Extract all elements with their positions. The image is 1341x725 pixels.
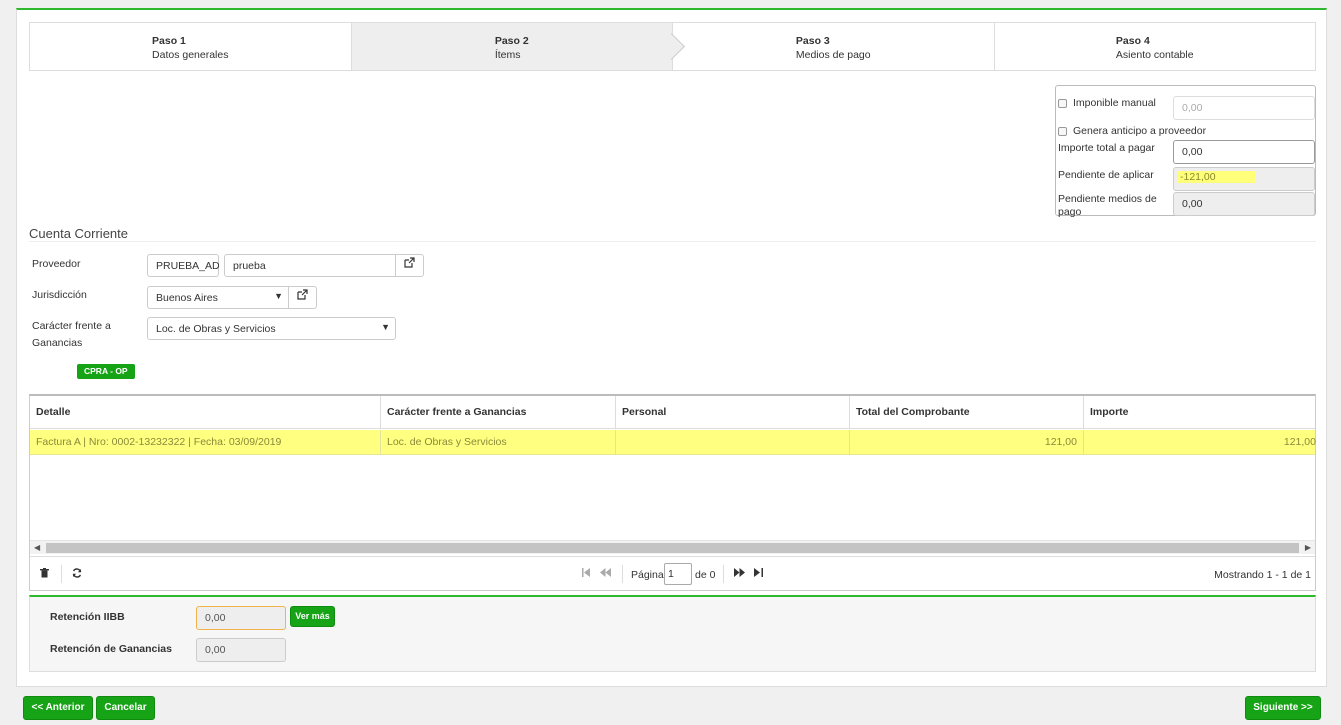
proveedor-name-input[interactable]: prueba <box>224 254 396 277</box>
step-name: Asiento contable <box>1115 49 1194 61</box>
page-of-label: de 0 <box>695 569 716 581</box>
scroll-right-arrow-icon[interactable]: ▶ <box>1305 541 1311 555</box>
step-name: Ítems <box>494 49 521 61</box>
caret-down-icon: ▼ <box>274 291 283 301</box>
grid-header: Detalle Carácter frente a Ganancias Pers… <box>30 396 1315 429</box>
pendiente-medios-input: 0,00 <box>1173 192 1315 216</box>
first-page-icon[interactable] <box>582 568 591 580</box>
column-header-detalle[interactable]: Detalle <box>30 396 381 429</box>
section-title: Cuenta Corriente <box>29 226 128 241</box>
caret-down-icon: ▼ <box>381 322 390 332</box>
genera-anticipo-row: Genera anticipo a proveedor <box>1058 123 1314 139</box>
payment-summary-box: Imponible manual 0,00 Genera anticipo a … <box>1055 85 1316 219</box>
table-row[interactable]: Factura A | Nro: 0002-13232322 | Fecha: … <box>30 430 1316 455</box>
jurisdiccion-label: Jurisdicción <box>32 289 87 301</box>
next-button[interactable]: Siguiente >> <box>1245 696 1321 720</box>
pager-showing-text: Mostrando 1 - 1 de 1 <box>1214 569 1311 581</box>
caracter-label-line1: Carácter frente a <box>32 320 111 332</box>
pendiente-medios-label-line2: pago <box>1058 206 1082 218</box>
refresh-icon[interactable] <box>72 568 82 581</box>
jurisdiccion-select[interactable]: Buenos Aires ▼ <box>147 286 289 309</box>
jurisdiccion-value: Buenos Aires <box>156 292 218 304</box>
imponible-manual-label: Imponible manual <box>1073 97 1156 109</box>
cell-personal <box>616 430 850 455</box>
step-2[interactable]: Paso 2 Ítems <box>351 23 673 70</box>
cancel-button[interactable]: Cancelar <box>96 696 155 720</box>
imponible-manual-input[interactable]: 0,00 <box>1173 96 1315 120</box>
retention-section: Retención IIBB 0,00 Ver más Retención de… <box>29 595 1316 672</box>
step-4[interactable]: Paso 4 Asiento contable <box>995 23 1316 70</box>
cell-detalle: Factura A | Nro: 0002-13232322 | Fecha: … <box>30 430 381 455</box>
step-name: Datos generales <box>152 49 229 61</box>
importe-total-label: Importe total a pagar <box>1058 142 1155 154</box>
scroll-left-arrow-icon[interactable]: ◀ <box>34 541 40 555</box>
last-page-icon[interactable] <box>754 568 763 580</box>
page-number-input[interactable]: 1 <box>664 563 692 585</box>
pendiente-medios-row: Pendiente medios de pago 0,00 <box>1058 192 1315 219</box>
pendiente-aplicar-label: Pendiente de aplicar <box>1058 169 1154 181</box>
caracter-select[interactable]: Loc. de Obras y Servicios ▼ <box>147 317 396 340</box>
importe-total-row: Importe total a pagar 0,00 <box>1058 140 1315 166</box>
pager-separator <box>723 565 724 583</box>
importe-total-input[interactable]: 0,00 <box>1173 140 1315 164</box>
page-label: Página <box>631 569 664 581</box>
trash-icon[interactable] <box>40 568 49 581</box>
step-number: Paso 2 <box>494 35 529 47</box>
pendiente-aplicar-value: -121,00 <box>1178 171 1256 183</box>
column-header-importe[interactable]: Importe <box>1084 396 1316 429</box>
step-number: Paso 3 <box>795 35 830 47</box>
step-name: Medios de pago <box>795 49 871 61</box>
cpra-op-badge[interactable]: CPRA - OP <box>77 364 135 379</box>
jurisdiccion-open-button[interactable] <box>288 286 317 309</box>
scrollbar-thumb[interactable] <box>46 543 1299 553</box>
pendiente-aplicar-input: -121,00 <box>1173 167 1315 191</box>
next-page-icon[interactable] <box>734 568 745 580</box>
step-3[interactable]: Paso 3 Medios de pago <box>673 23 995 70</box>
pendiente-medios-label-line1: Pendiente medios de <box>1058 193 1157 205</box>
column-header-total[interactable]: Total del Comprobante <box>850 396 1084 429</box>
pager-separator <box>622 565 623 583</box>
grid-pager: Página 1 de 0 Mostrando 1 - 1 de 1 <box>30 556 1315 591</box>
column-header-caracter[interactable]: Carácter frente a Ganancias <box>381 396 616 429</box>
external-link-icon <box>297 289 308 303</box>
genera-anticipo-label: Genera anticipo a proveedor <box>1073 125 1207 137</box>
pager-separator <box>61 565 62 583</box>
proveedor-code-input[interactable]: PRUEBA_AD <box>147 254 220 277</box>
genera-anticipo-checkbox[interactable] <box>1058 126 1067 136</box>
horizontal-scrollbar[interactable]: ◀ ▶ <box>30 540 1315 554</box>
retencion-iibb-input[interactable]: 0,00 <box>196 606 286 630</box>
imponible-manual-checkbox[interactable] <box>1058 98 1067 108</box>
external-link-icon <box>404 257 415 271</box>
imponible-manual-row: Imponible manual 0,00 <box>1058 91 1315 120</box>
proveedor-label: Proveedor <box>32 258 81 270</box>
prev-page-icon[interactable] <box>600 568 611 580</box>
previous-button[interactable]: << Anterior <box>23 696 93 720</box>
caracter-value: Loc. de Obras y Servicios <box>156 323 276 335</box>
proveedor-open-button[interactable] <box>395 254 424 277</box>
pendiente-medios-label: Pendiente medios de pago <box>1058 193 1157 219</box>
items-grid: Detalle Carácter frente a Ganancias Pers… <box>29 394 1316 591</box>
cell-caracter: Loc. de Obras y Servicios <box>381 430 616 455</box>
retencion-ganancias-label: Retención de Ganancias <box>50 643 172 655</box>
step-number: Paso 1 <box>152 35 186 47</box>
caracter-label-line2: Ganancias <box>32 337 83 349</box>
main-panel: Paso 1 Datos generales Paso 2 Ítems Paso… <box>16 8 1327 687</box>
retencion-ganancias-input: 0,00 <box>196 638 286 662</box>
cell-importe: 121,00 <box>1283 436 1316 448</box>
pendiente-aplicar-row: Pendiente de aplicar -121,00 <box>1058 166 1315 192</box>
step-1[interactable]: Paso 1 Datos generales <box>30 23 352 70</box>
section-divider <box>29 241 1316 242</box>
cell-total: 121,00 <box>850 430 1084 455</box>
caracter-label: Carácter frente a Ganancias <box>32 318 111 352</box>
wizard-steps: Paso 1 Datos generales Paso 2 Ítems Paso… <box>29 22 1316 71</box>
genera-anticipo-checkbox-wrap[interactable]: Genera anticipo a proveedor <box>1058 125 1206 137</box>
ver-mas-button[interactable]: Ver más <box>290 606 335 627</box>
column-header-personal[interactable]: Personal <box>616 396 850 429</box>
step-number: Paso 4 <box>1115 35 1150 47</box>
imponible-manual-checkbox-wrap[interactable]: Imponible manual <box>1058 97 1156 109</box>
retencion-iibb-label: Retención IIBB <box>50 611 125 623</box>
